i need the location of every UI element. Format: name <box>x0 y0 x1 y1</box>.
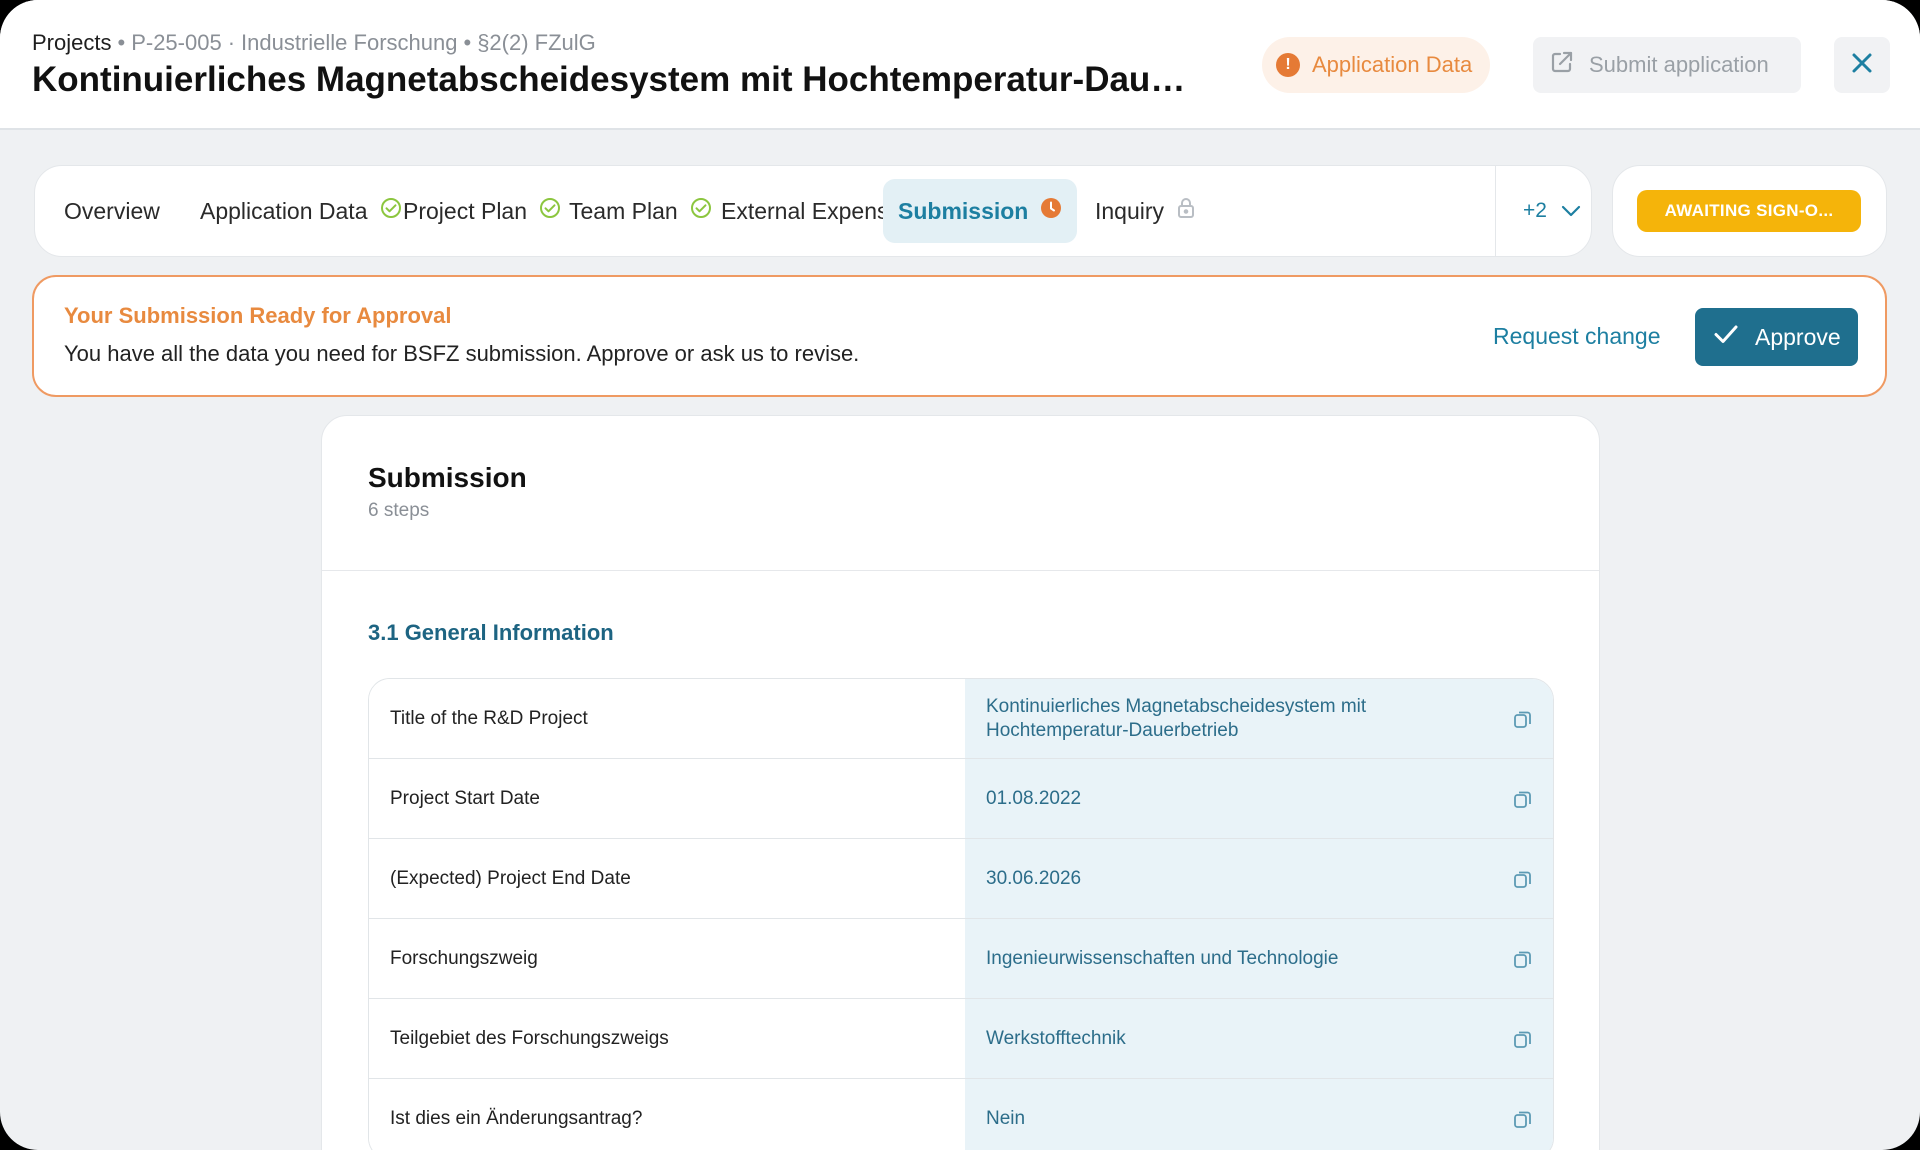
copy-icon[interactable] <box>1513 789 1533 809</box>
tab-submission[interactable]: Submission <box>883 179 1078 243</box>
copy-icon[interactable] <box>1513 949 1533 969</box>
tab-label: Overview <box>64 197 160 224</box>
tab-bar: Overview Application Data Project Plan T… <box>34 165 1592 257</box>
tabs-divider <box>1495 166 1496 256</box>
row-value: Nein <box>965 1079 1553 1150</box>
table-row: Ist dies ein Änderungsantrag? Nein <box>369 1079 1553 1150</box>
row-value: Kontinuierliches Magnetabscheidesystem m… <box>965 679 1553 758</box>
table-row: Project Start Date 01.08.2022 <box>369 759 1553 839</box>
tab-overview[interactable]: Overview <box>49 179 175 243</box>
breadcrumb-category: Industrielle Forschung <box>241 30 458 55</box>
banner-text: You have all the data you need for BSFZ … <box>64 341 860 366</box>
submit-application-button[interactable]: Submit application <box>1533 37 1801 93</box>
row-value-text: Ingenieurwissenschaften und Technologie <box>986 947 1339 969</box>
table-row: (Expected) Project End Date 30.06.2026 <box>369 839 1553 919</box>
row-label: Ist dies ein Änderungsantrag? <box>369 1079 965 1150</box>
row-label: Teilgebiet des Forschungszweigs <box>369 999 965 1078</box>
general-information-table: Title of the R&D Project Kontinuierliche… <box>368 678 1554 1150</box>
breadcrumb-separator: • <box>463 30 472 55</box>
tab-team-plan[interactable]: Team Plan <box>554 179 727 243</box>
row-value-text: 30.06.2026 <box>986 867 1082 889</box>
card-divider <box>322 570 1599 571</box>
table-row: Teilgebiet des Forschungszweigs Werkstof… <box>369 999 1553 1079</box>
table-row: Title of the R&D Project Kontinuierliche… <box>369 679 1553 759</box>
tab-application-data[interactable]: Application Data <box>185 179 417 243</box>
row-value-text: 01.08.2022 <box>986 787 1082 809</box>
lock-icon <box>1176 197 1196 225</box>
request-change-link[interactable]: Request change <box>1493 323 1661 350</box>
tab-label: Application Data <box>200 197 368 224</box>
tab-label: Submission <box>898 197 1029 224</box>
submission-card: Submission 6 steps 3.1 General Informati… <box>321 415 1600 1150</box>
tab-label: Project Plan <box>403 197 528 224</box>
breadcrumb-project-id: P-25-005 <box>131 30 222 55</box>
section-title: 3.1 General Information <box>368 620 614 645</box>
warning-icon: ! <box>1276 53 1300 77</box>
copy-icon[interactable] <box>1513 869 1533 889</box>
tab-inquiry[interactable]: Inquiry <box>1080 179 1211 243</box>
row-label: Title of the R&D Project <box>369 679 965 758</box>
submit-application-label: Submit application <box>1589 52 1769 77</box>
breadcrumb-separator: · <box>227 30 236 55</box>
more-tabs-count: +2 <box>1523 199 1547 222</box>
row-value-text: Nein <box>986 1108 1026 1129</box>
tab-label: Inquiry <box>1095 197 1165 224</box>
row-label: Project Start Date <box>369 759 965 838</box>
tab-label: External Expense <box>721 197 902 224</box>
row-value-text: Kontinuierliches Magnetabscheidesystem m… <box>986 695 1367 741</box>
more-tabs-dropdown[interactable]: +2 <box>1511 179 1593 243</box>
breadcrumb-separator: • <box>117 30 126 55</box>
card-subtitle: 6 steps <box>368 500 430 521</box>
copy-icon[interactable] <box>1513 709 1533 729</box>
approve-button[interactable]: Approve <box>1695 308 1858 366</box>
tab-project-plan[interactable]: Project Plan <box>388 179 576 243</box>
close-icon <box>1851 52 1873 79</box>
application-data-button[interactable]: ! Application Data <box>1262 37 1491 93</box>
chevron-down-icon <box>1561 199 1581 223</box>
copy-icon[interactable] <box>1513 1109 1533 1129</box>
app-window: Projects • P-25-005 · Industrielle Forschung… <box>0 0 1920 1150</box>
tab-label: Team Plan <box>569 197 678 224</box>
row-label: Forschungszweig <box>369 919 965 998</box>
row-label: (Expected) Project End Date <box>369 839 965 918</box>
status-panel: AWAITING SIGN-O... <box>1612 165 1887 257</box>
breadcrumb: Projects • P-25-005 · Industrielle Forschung… <box>32 30 596 56</box>
status-badge: AWAITING SIGN-O... <box>1637 190 1861 232</box>
external-link-icon <box>1549 49 1575 81</box>
row-value: Werkstofftechnik <box>965 999 1553 1078</box>
row-value-text: Werkstofftechnik <box>986 1027 1126 1049</box>
breadcrumb-law: §2(2) FZulG <box>477 30 596 55</box>
clock-icon <box>1040 197 1062 225</box>
close-button[interactable] <box>1834 37 1890 93</box>
row-value: Ingenieurwissenschaften und Technologie <box>965 919 1553 998</box>
breadcrumb-projects-link[interactable]: Projects <box>32 30 111 55</box>
banner-title: Your Submission Ready for Approval <box>64 303 452 328</box>
approval-banner: Your Submission Ready for Approval You h… <box>32 275 1887 397</box>
card-title: Submission <box>368 462 527 493</box>
copy-icon[interactable] <box>1513 1029 1533 1049</box>
table-row: Forschungszweig Ingenieurwissenschaften … <box>369 919 1553 999</box>
row-value: 30.06.2026 <box>965 839 1553 918</box>
row-value: 01.08.2022 <box>965 759 1553 838</box>
checkmark-icon <box>1713 323 1739 351</box>
header: Projects • P-25-005 · Industrielle Forschung… <box>0 0 1920 130</box>
approve-label: Approve <box>1755 323 1841 350</box>
page-title: Kontinuierliches Magnetabscheidesystem m… <box>32 60 1202 99</box>
application-data-label: Application Data <box>1312 52 1473 77</box>
